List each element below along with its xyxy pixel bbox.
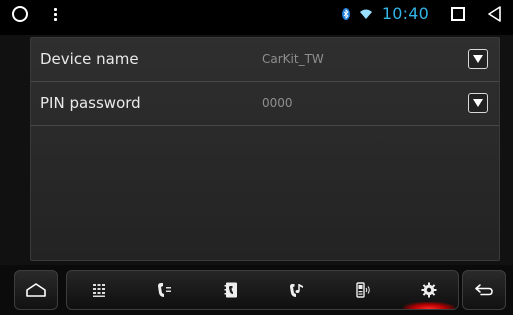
bluetooth-icon <box>341 7 350 20</box>
call-log-icon <box>158 283 171 297</box>
device-name-value: CarKit_TW <box>262 52 324 66</box>
overflow-menu-icon[interactable] <box>54 7 57 21</box>
bluetooth-settings-panel: Device name CarKit_TW PIN password 0000 <box>30 37 500 261</box>
tab-phone-device[interactable] <box>335 271 391 309</box>
dialpad-icon <box>93 284 105 297</box>
back-button[interactable] <box>462 270 506 310</box>
gear-icon <box>421 282 437 298</box>
contacts-icon <box>224 282 237 298</box>
device-name-row[interactable]: Device name CarKit_TW <box>31 38 499 82</box>
return-icon <box>475 284 493 296</box>
circle-icon[interactable] <box>12 6 28 22</box>
wifi-icon <box>359 9 372 19</box>
pin-password-label: PIN password <box>40 94 141 112</box>
status-bar-left <box>12 6 57 22</box>
device-name-dropdown-button[interactable] <box>468 49 488 69</box>
back-icon[interactable] <box>487 5 503 22</box>
recent-apps-icon[interactable] <box>451 6 465 21</box>
phone-device-icon <box>356 282 370 298</box>
tab-dialpad[interactable] <box>71 271 127 309</box>
tab-music[interactable] <box>269 271 325 309</box>
tab-bar <box>66 270 459 310</box>
status-bar-right: 10:40 <box>341 4 503 23</box>
chevron-down-icon <box>473 55 483 63</box>
clock: 10:40 <box>381 4 429 23</box>
bottom-navigation <box>0 265 513 315</box>
pin-password-dropdown-button[interactable] <box>468 93 488 113</box>
tab-contacts[interactable] <box>203 271 259 309</box>
home-button[interactable] <box>14 270 58 310</box>
tab-settings[interactable] <box>401 271 457 309</box>
bluetooth-music-icon <box>290 284 303 297</box>
tab-call-log[interactable] <box>137 271 193 309</box>
carkit-screen: 10:40 Device name CarKit_TW PIN password… <box>0 0 513 315</box>
home-icon <box>26 283 46 297</box>
pin-password-row[interactable]: PIN password 0000 <box>31 82 499 126</box>
device-name-label: Device name <box>40 50 139 68</box>
status-bar: 10:40 <box>0 0 513 35</box>
chevron-down-icon <box>473 99 483 107</box>
pin-password-value: 0000 <box>262 96 293 110</box>
